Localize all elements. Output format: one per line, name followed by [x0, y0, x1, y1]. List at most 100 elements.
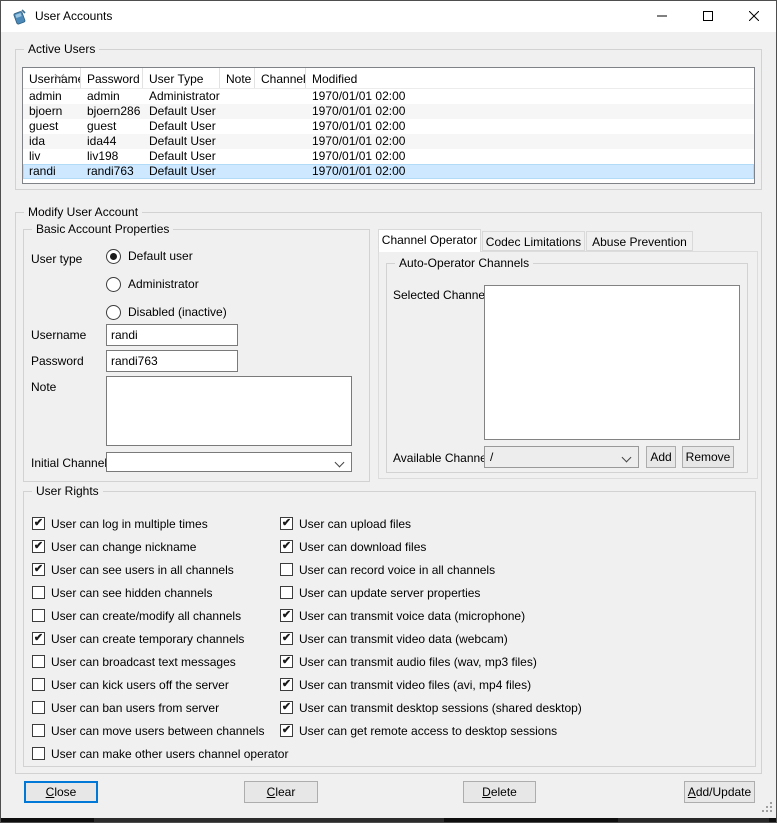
table-row[interactable]: bjoernbjoern286Default User1970/01/01 02…	[23, 104, 754, 119]
table-cell: bjoern286	[81, 104, 143, 119]
minimize-button[interactable]	[639, 1, 685, 31]
add-channel-button[interactable]: Add	[646, 446, 676, 468]
table-cell	[220, 164, 255, 179]
table-row[interactable]: idaida44Default User1970/01/01 02:00	[23, 134, 754, 149]
selected-channels-listbox[interactable]	[484, 285, 740, 440]
checkbox-user-can-transmit-video-data-webcam[interactable]: ✔User can transmit video data (webcam)	[280, 627, 582, 650]
close-button[interactable]: Close	[24, 781, 98, 803]
table-row[interactable]: guestguestDefault User1970/01/01 02:00	[23, 119, 754, 134]
table-row[interactable]: randirandi763Default User1970/01/01 02:0…	[23, 164, 754, 179]
password-input[interactable]	[106, 350, 238, 372]
checkbox-label: User can create/modify all channels	[51, 609, 241, 623]
minimize-icon	[657, 11, 667, 21]
table-cell: Default User	[143, 134, 220, 149]
checkbox-icon: ✔	[280, 655, 293, 668]
table-cell: Administrator	[143, 89, 220, 104]
delete-button[interactable]: Delete	[463, 781, 536, 803]
tab-abuse-prevention[interactable]: Abuse Prevention	[586, 231, 693, 251]
checkbox-user-can-make-other-users-channel-operator[interactable]: User can make other users channel operat…	[32, 742, 288, 765]
radio-default-user[interactable]: Default user	[106, 246, 193, 266]
column-header-user-type[interactable]: User Type	[143, 68, 220, 88]
checkbox-label: User can transmit desktop sessions (shar…	[299, 701, 582, 715]
checkbox-user-can-transmit-desktop-sessions-shared-desktop[interactable]: ✔ User can transmit desktop sessions (sha…	[280, 696, 582, 719]
taskbar-sliver	[1, 818, 777, 823]
resize-grip[interactable]	[761, 801, 773, 813]
radio-icon	[106, 277, 121, 292]
checkbox-user-can-broadcast-text-messages[interactable]: User can broadcast text messages	[32, 650, 288, 673]
radio-administrator[interactable]: Administrator	[106, 274, 199, 294]
checkbox-user-can-get-remote-access-to-desktop-sessions[interactable]: ✔User can get remote access to desktop s…	[280, 719, 582, 742]
checkbox-icon	[280, 586, 293, 599]
checkbox-user-can-create-temporary-channels[interactable]: ✔User can create temporary channels	[32, 627, 288, 650]
channel-operator-tab-panel: Auto-Operator Channels Selected Channels…	[378, 251, 758, 479]
table-cell: Default User	[143, 104, 220, 119]
close-window-button[interactable]	[731, 1, 777, 31]
clear-button[interactable]: Clear	[244, 781, 318, 803]
checkbox-user-can-see-users-in-all-channels[interactable]: ✔User can see users in all channels	[32, 558, 288, 581]
column-header-password[interactable]: Password	[81, 68, 143, 88]
titlebar[interactable]: User Accounts	[1, 1, 776, 32]
checkbox-user-can-change-nickname[interactable]: ✔ User can change nickname	[32, 535, 288, 558]
checkbox-label: User can ban users from server	[51, 701, 219, 715]
checkbox-user-can-kick-users-off-the-server[interactable]: User can kick users off the server	[32, 673, 288, 696]
table-row[interactable]: adminadminAdministrator1970/01/01 02:00	[23, 89, 754, 104]
table-cell: ida44	[81, 134, 143, 149]
close-icon	[749, 11, 759, 21]
table-row[interactable]: livliv198Default User1970/01/01 02:00	[23, 149, 754, 164]
initial-channel-combobox[interactable]	[106, 452, 352, 472]
checkbox-user-can-update-server-properties[interactable]: User can update server properties	[280, 581, 582, 604]
initial-channel-label: Initial Channel	[31, 456, 107, 471]
checkbox-label: User can update server properties	[299, 586, 480, 600]
remove-channel-button[interactable]: Remove	[682, 446, 734, 468]
table-cell: 1970/01/01 02:00	[306, 134, 754, 149]
tab-channel-operator[interactable]: Channel Operator	[378, 229, 481, 252]
checkbox-icon: ✔	[32, 540, 45, 553]
checkbox-user-can-create-modify-all-channels[interactable]: User can create/modify all channels	[32, 604, 288, 627]
radio-disabled-inactive[interactable]: Disabled (inactive)	[106, 302, 227, 322]
username-input[interactable]	[106, 324, 238, 346]
checkbox-label: User can transmit voice data (microphone…	[299, 609, 525, 623]
tab-codec-limitations[interactable]: Codec Limitations	[482, 231, 585, 251]
maximize-icon	[703, 11, 713, 21]
checkbox-user-can-download-files[interactable]: ✔ User can download files	[280, 535, 582, 558]
checkbox-icon: ✔	[280, 540, 293, 553]
checkbox-icon	[32, 701, 45, 714]
checkbox-icon	[280, 563, 293, 576]
user-rights-group-label: User Rights	[32, 484, 103, 499]
checkbox-icon: ✔	[280, 701, 293, 714]
maximize-button[interactable]	[685, 1, 731, 31]
note-textarea[interactable]	[106, 376, 352, 446]
window-title: User Accounts	[35, 1, 112, 32]
table-cell: Default User	[143, 119, 220, 134]
checkbox-user-can-ban-users-from-server[interactable]: User can ban users from server	[32, 696, 288, 719]
active-users-table[interactable]: UsernamePasswordUser TypeNoteChannelModi…	[22, 67, 755, 184]
column-header-note[interactable]: Note	[220, 68, 255, 88]
checkbox-user-can-log-in-multiple-times[interactable]: ✔User can log in multiple times	[32, 512, 288, 535]
checkbox-user-can-see-hidden-channels[interactable]: User can see hidden channels	[32, 581, 288, 604]
radio-icon	[106, 249, 121, 264]
checkbox-label: User can record voice in all channels	[299, 563, 495, 577]
checkbox-user-can-transmit-audio-files-wav-mp3-files[interactable]: ✔User can transmit audio files (wav, mp3…	[280, 650, 582, 673]
table-cell: 1970/01/01 02:00	[306, 164, 754, 179]
available-channels-combobox[interactable]: /	[484, 446, 639, 468]
column-header-username[interactable]: Username	[23, 68, 81, 88]
table-cell: 1970/01/01 02:00	[306, 104, 754, 119]
checkbox-user-can-transmit-voice-data-microphone[interactable]: ✔User can transmit voice data (microphon…	[280, 604, 582, 627]
checkbox-user-can-upload-files[interactable]: ✔User can upload files	[280, 512, 582, 535]
table-cell	[255, 104, 306, 119]
checkbox-icon: ✔	[280, 678, 293, 691]
checkbox-label: User can download files	[299, 540, 426, 554]
column-header-modified[interactable]: Modified	[306, 68, 754, 88]
checkbox-label: User can change nickname	[51, 540, 196, 554]
checkbox-user-can-transmit-video-files-avi-mp4-files[interactable]: ✔User can transmit video files (avi, mp4…	[280, 673, 582, 696]
table-cell: 1970/01/01 02:00	[306, 119, 754, 134]
active-users-table-header[interactable]: UsernamePasswordUser TypeNoteChannelModi…	[23, 68, 754, 89]
note-label: Note	[31, 380, 56, 395]
checkbox-icon	[32, 655, 45, 668]
selected-channels-label: Selected Channels	[393, 288, 494, 303]
table-cell: Default User	[143, 149, 220, 164]
checkbox-user-can-record-voice-in-all-channels[interactable]: User can record voice in all channels	[280, 558, 582, 581]
column-header-channel[interactable]: Channel	[255, 68, 306, 88]
checkbox-user-can-move-users-between-channels[interactable]: User can move users between channels	[32, 719, 288, 742]
add-update-button[interactable]: Add/Update	[684, 781, 755, 803]
